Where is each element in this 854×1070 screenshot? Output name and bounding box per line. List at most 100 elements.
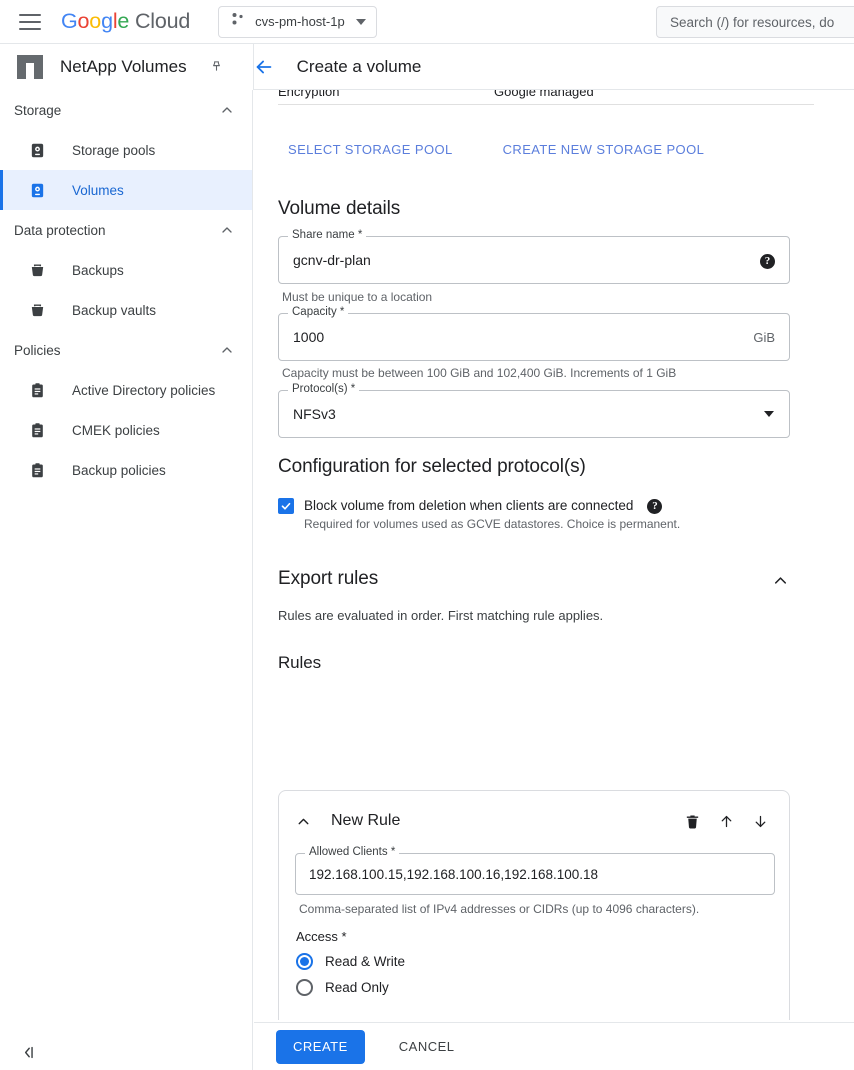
netapp-logo-icon [17,55,43,79]
export-rules-heading: Export rules [278,568,378,590]
page-title: Create a volume [297,57,422,77]
volume-icon [28,181,46,199]
project-selector[interactable]: cvs-pm-host-1p [218,6,377,38]
policy-icon [28,421,46,439]
project-selector-icon [230,11,246,32]
sidebar-item-label: Volumes [72,183,124,198]
backup-icon [28,261,46,279]
main-content: Encryption Google managed SELECT STORAGE… [254,90,854,1070]
global-search-box[interactable]: Search (/) for resources, do [656,6,854,38]
sidebar-item-label: Backup policies [72,463,166,478]
root-access-group-label: Root Access (no_root_squash) [296,1019,474,1020]
help-icon[interactable]: ? [647,496,662,514]
create-button[interactable]: CREATE [276,1030,365,1064]
protocols-value: NFSv3 [293,391,336,437]
sidebar: Storage Storage pools Volumes Data prote… [0,90,253,1070]
arrow-up-icon[interactable] [718,813,735,830]
sidebar-group-storage[interactable]: Storage [0,90,252,130]
export-rules-description: Rules are evaluated in order. First matc… [278,608,603,623]
sidebar-group-data-protection[interactable]: Data protection [0,210,252,250]
radio-selected-icon [296,953,313,970]
protocol-config-heading: Configuration for selected protocol(s) [278,456,586,478]
collapse-panel-icon[interactable] [20,1044,37,1061]
policy-icon [28,381,46,399]
rule-card-header: New Rule [279,805,789,837]
sidebar-group-policies[interactable]: Policies [0,330,252,370]
rule-collapse-chevron-icon[interactable] [295,813,312,830]
rule-title: New Rule [331,812,400,830]
hamburger-menu-icon[interactable] [19,14,41,30]
capacity-value: 1000 [293,314,324,360]
encryption-summary-row: Encryption Google managed [278,90,814,102]
summary-divider [278,104,814,105]
allowed-clients-hint: Comma-separated list of IPv4 addresses o… [299,902,699,916]
sidebar-item-cmek-policies[interactable]: CMEK policies [0,410,252,450]
share-name-field[interactable]: Share name * gcnv-dr-plan ? [278,236,790,284]
app-root: Google Cloud cvs-pm-host-1p Search (/) f… [0,0,854,1070]
chevron-down-icon [356,19,366,25]
radio-unselected-icon [296,979,313,996]
radio-label: Read Only [325,980,389,995]
block-deletion-sublabel: Required for volumes used as GCVE datast… [304,517,680,531]
form-scroll-area[interactable]: Encryption Google managed SELECT STORAGE… [254,90,854,1020]
sidebar-item-volumes[interactable]: Volumes [0,170,252,210]
access-group-label: Access * [296,929,347,944]
volume-details-heading: Volume details [278,198,400,220]
sidebar-item-label: Storage pools [72,143,155,158]
create-new-storage-pool-button[interactable]: CREATE NEW STORAGE POOL [493,136,715,163]
radio-label: Read & Write [325,954,405,969]
sidebar-item-label: CMEK policies [72,423,160,438]
header-divider [253,44,254,90]
block-deletion-checkbox[interactable] [278,498,294,514]
sidebar-item-label: Active Directory policies [72,383,215,398]
access-option-read-only[interactable]: Read Only [296,979,389,996]
share-name-value: gcnv-dr-plan [293,237,371,283]
policy-icon [28,461,46,479]
allowed-clients-field[interactable]: Allowed Clients * 192.168.100.15,192.168… [295,853,775,895]
capacity-unit: GiB [753,314,775,360]
sidebar-item-label: Backups [72,263,124,278]
capacity-field[interactable]: Capacity * 1000 GiB [278,313,790,361]
access-option-read-write[interactable]: Read & Write [296,953,405,970]
storage-pool-actions: SELECT STORAGE POOL CREATE NEW STORAGE P… [278,136,714,163]
protocols-select[interactable]: Protocol(s) * NFSv3 [278,390,790,438]
capacity-hint: Capacity must be between 100 GiB and 102… [282,366,676,380]
block-deletion-checkbox-row[interactable]: Block volume from deletion when clients … [278,496,680,531]
search-placeholder: Search (/) for resources, do [670,15,834,30]
cancel-button[interactable]: CANCEL [389,1030,465,1064]
trash-icon[interactable] [684,813,701,830]
help-icon[interactable]: ? [760,251,775,269]
sidebar-item-storage-pools[interactable]: Storage pools [0,130,252,170]
pin-icon[interactable] [209,60,224,75]
sidebar-group-label: Data protection [14,223,106,238]
back-arrow-icon[interactable] [253,56,275,78]
sidebar-item-active-directory-policies[interactable]: Active Directory policies [0,370,252,410]
arrow-down-icon[interactable] [752,813,769,830]
block-deletion-label: Block volume from deletion when clients … [304,498,633,513]
chevron-up-icon [219,222,235,238]
project-name: cvs-pm-host-1p [255,14,345,29]
storage-pool-icon [28,141,46,159]
sidebar-item-backup-vaults[interactable]: Backup vaults [0,290,252,330]
chevron-up-icon [219,102,235,118]
export-rules-collapse-chevron[interactable] [771,571,790,595]
dropdown-caret-icon [764,411,774,417]
backup-vault-icon [28,301,46,319]
rule-actions [684,813,769,830]
encryption-value: Google managed [494,90,594,99]
product-name: NetApp Volumes [60,57,187,77]
sidebar-item-backups[interactable]: Backups [0,250,252,290]
product-header: NetApp Volumes Create a volume [0,44,854,90]
export-rule-card: New Rule Allowed Clients * [278,790,790,1020]
encryption-label: Encryption [278,90,494,99]
sidebar-group-label: Storage [14,103,61,118]
global-top-bar: Google Cloud cvs-pm-host-1p Search (/) f… [0,0,854,44]
chevron-up-icon [219,342,235,358]
select-storage-pool-button[interactable]: SELECT STORAGE POOL [278,136,463,163]
sidebar-item-label: Backup vaults [72,303,156,318]
google-cloud-logo[interactable]: Google Cloud [61,9,190,34]
rules-heading: Rules [278,653,321,673]
sidebar-group-label: Policies [14,343,61,358]
form-footer: CREATE CANCEL [254,1022,854,1070]
sidebar-item-backup-policies[interactable]: Backup policies [0,450,252,490]
